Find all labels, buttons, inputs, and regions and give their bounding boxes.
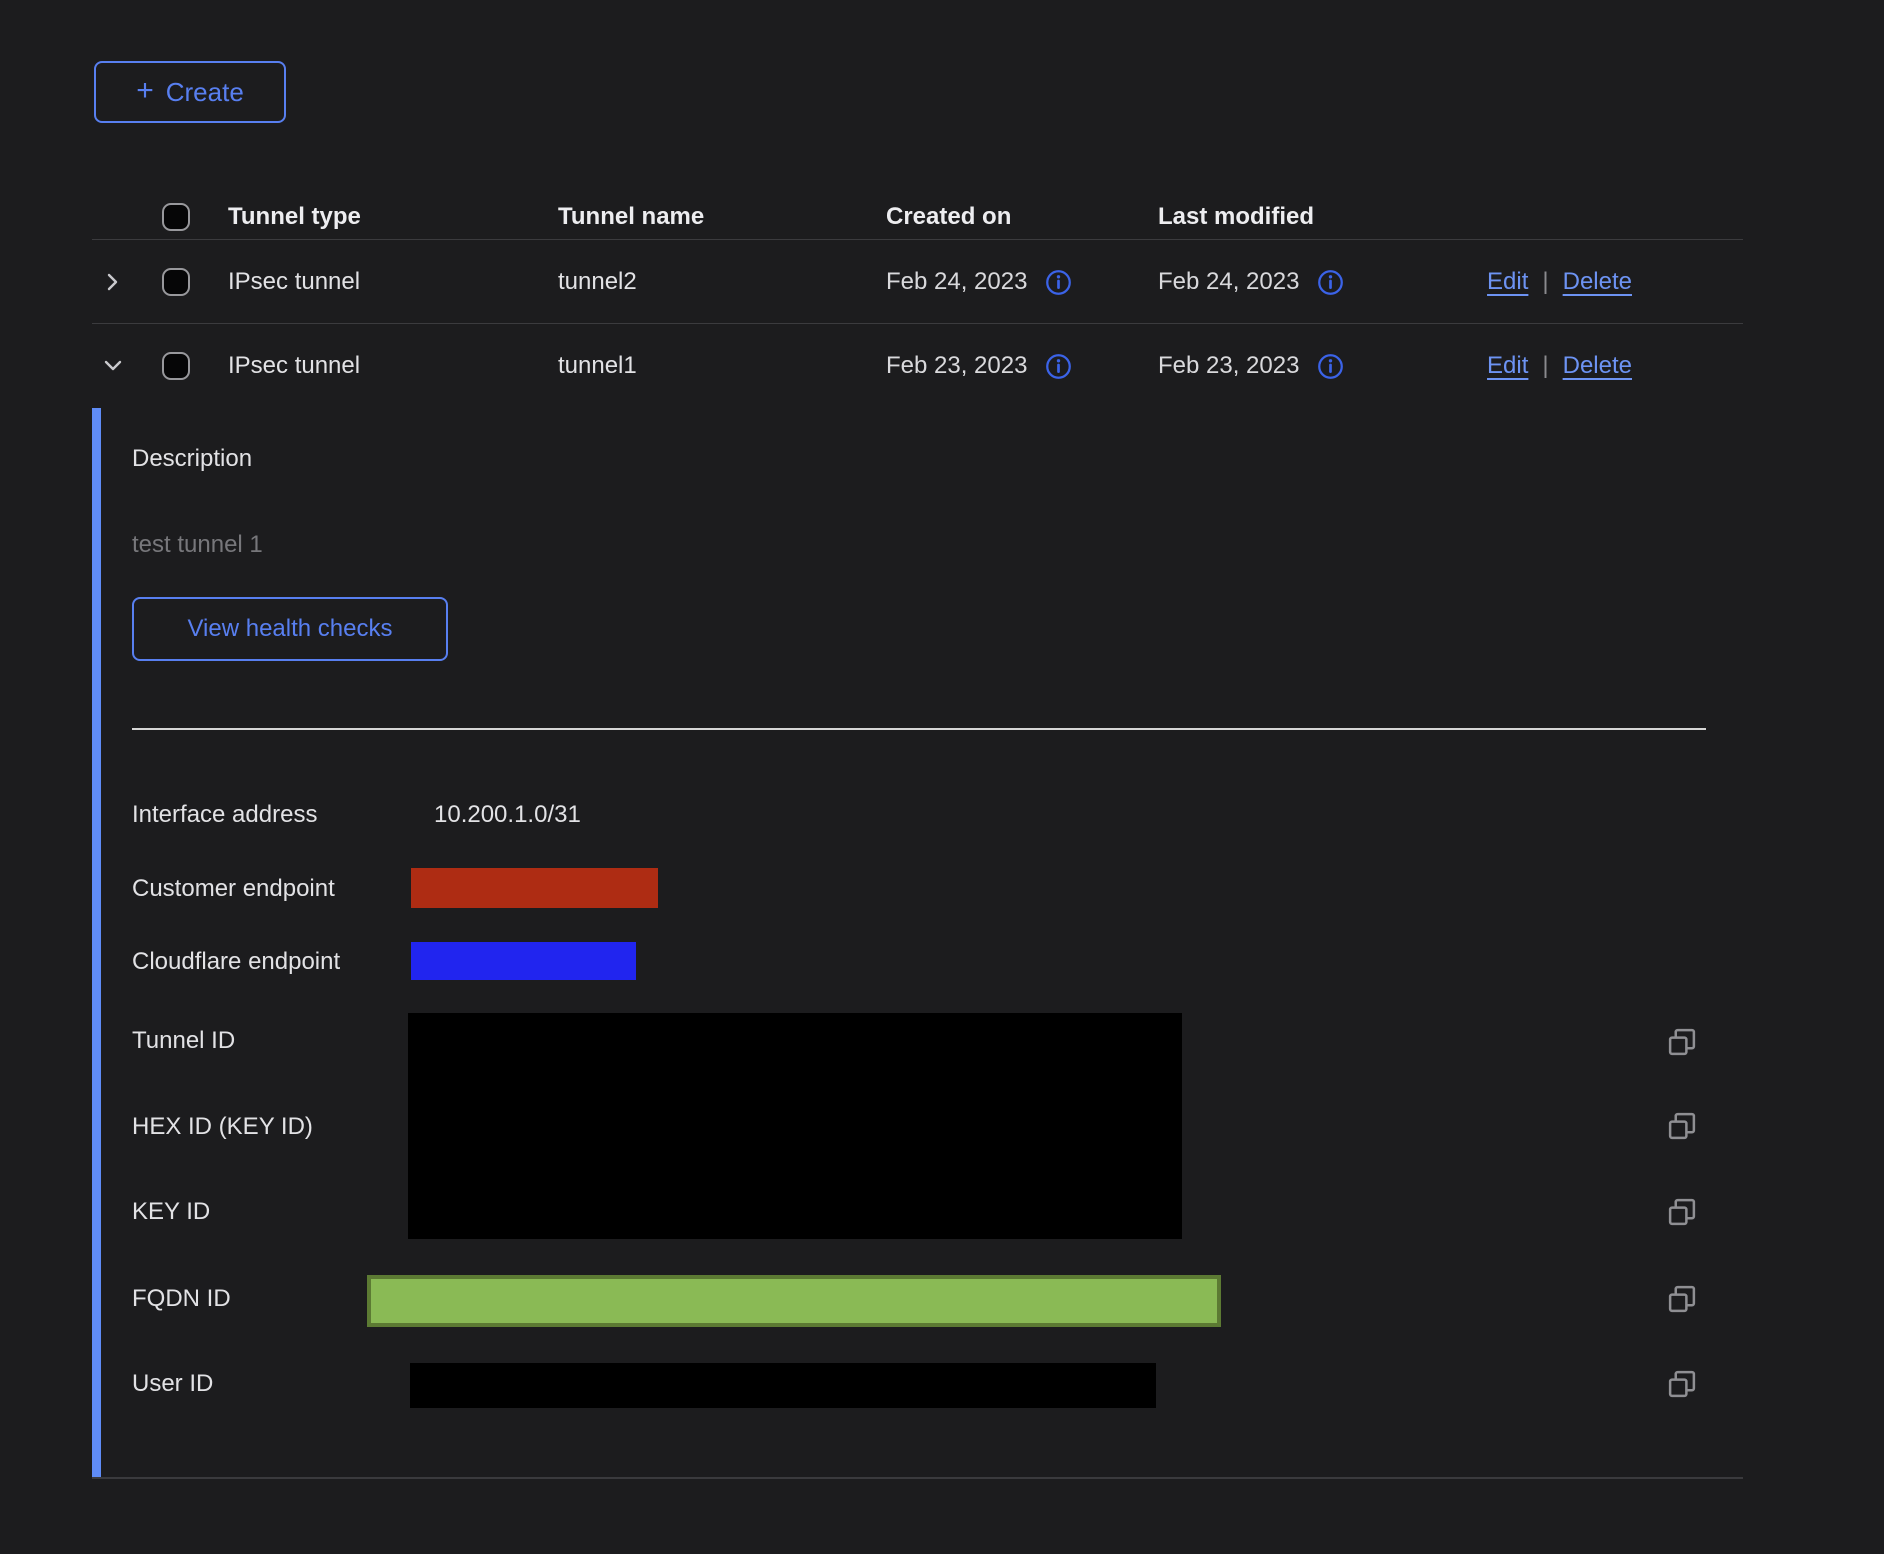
cloudflare-endpoint-redacted-value [411, 942, 636, 980]
table-row-tunnel2: IPsec tunnel tunnel2 Feb 24, 2023 Feb 24… [92, 240, 1743, 324]
last-modified-cell: Feb 23, 2023 [1158, 324, 1344, 408]
view-health-checks-button[interactable]: View health checks [132, 597, 448, 661]
fqdn-id-label: FQDN ID [132, 1284, 231, 1314]
column-header-tunnel-name: Tunnel name [558, 193, 704, 240]
copy-icon [1667, 1284, 1697, 1314]
row-checkbox[interactable] [162, 268, 190, 296]
copy-icon [1667, 1197, 1697, 1227]
column-header-created-on: Created on [886, 193, 1011, 240]
column-header-last-modified: Last modified [1158, 193, 1314, 240]
copy-icon [1667, 1369, 1697, 1399]
last-modified-value: Feb 24, 2023 [1158, 268, 1299, 296]
cloudflare-endpoint-label: Cloudflare endpoint [132, 947, 340, 977]
tunnel-name-cell: tunnel2 [558, 240, 637, 324]
fqdn-id-redacted-value [367, 1275, 1221, 1327]
actions-separator: | [1542, 352, 1548, 380]
detail-section-divider [132, 728, 1706, 730]
expanded-row-bottom-divider [92, 1477, 1743, 1479]
created-on-cell: Feb 23, 2023 [886, 324, 1072, 408]
info-icon[interactable] [1045, 353, 1072, 380]
plus-icon: + [136, 76, 154, 106]
copy-user-id-button[interactable] [1666, 1368, 1698, 1400]
copy-hex-id-button[interactable] [1666, 1110, 1698, 1142]
last-modified-value: Feb 23, 2023 [1158, 352, 1299, 380]
edit-link[interactable]: Edit [1487, 268, 1528, 296]
ids-redacted-values [408, 1013, 1182, 1239]
expand-row-button[interactable] [96, 265, 130, 299]
select-all-checkbox[interactable] [162, 203, 190, 231]
chevron-down-icon [101, 354, 125, 378]
column-header-tunnel-type: Tunnel type [228, 193, 361, 240]
description-label: Description [132, 444, 252, 474]
created-on-value: Feb 24, 2023 [886, 268, 1027, 296]
description-value: test tunnel 1 [132, 530, 263, 560]
interface-address-value: 10.200.1.0/31 [434, 800, 581, 830]
copy-tunnel-id-button[interactable] [1666, 1026, 1698, 1058]
info-icon[interactable] [1317, 353, 1344, 380]
actions-separator: | [1542, 268, 1548, 296]
row-checkbox[interactable] [162, 352, 190, 380]
tunnel-type-cell: IPsec tunnel [228, 240, 360, 324]
collapse-row-button[interactable] [96, 349, 130, 383]
info-icon[interactable] [1045, 269, 1072, 296]
copy-key-id-button[interactable] [1666, 1196, 1698, 1228]
table-row-tunnel1: IPsec tunnel tunnel1 Feb 23, 2023 Feb 23… [92, 324, 1743, 408]
tunnel-type-cell: IPsec tunnel [228, 324, 360, 408]
delete-link[interactable]: Delete [1563, 268, 1632, 296]
user-id-redacted-value [410, 1363, 1156, 1408]
edit-link[interactable]: Edit [1487, 352, 1528, 380]
row-actions: Edit | Delete [1487, 324, 1804, 408]
create-button[interactable]: + Create [94, 61, 286, 123]
interface-address-label: Interface address [132, 800, 317, 830]
expanded-row-indicator-bar [92, 408, 101, 1478]
tunnel-id-label: Tunnel ID [132, 1026, 235, 1056]
row-actions: Edit | Delete [1487, 240, 1804, 324]
key-id-label: KEY ID [132, 1197, 210, 1227]
created-on-value: Feb 23, 2023 [886, 352, 1027, 380]
last-modified-cell: Feb 24, 2023 [1158, 240, 1344, 324]
create-button-label: Create [166, 77, 244, 108]
select-all-cell [162, 193, 190, 240]
chevron-right-icon [101, 270, 125, 294]
copy-icon [1667, 1111, 1697, 1141]
customer-endpoint-label: Customer endpoint [132, 874, 335, 904]
customer-endpoint-redacted-value [411, 868, 658, 908]
ipsec-tunnels-page: + Create Tunnel type Tunnel name Created… [0, 0, 1884, 1554]
copy-icon [1667, 1027, 1697, 1057]
tunnel-name-cell: tunnel1 [558, 324, 637, 408]
created-on-cell: Feb 24, 2023 [886, 240, 1072, 324]
user-id-label: User ID [132, 1369, 213, 1399]
hex-id-label: HEX ID (KEY ID) [132, 1112, 313, 1142]
copy-fqdn-id-button[interactable] [1666, 1283, 1698, 1315]
info-icon[interactable] [1317, 269, 1344, 296]
delete-link[interactable]: Delete [1563, 352, 1632, 380]
table-header-row: Tunnel type Tunnel name Created on Last … [92, 193, 1743, 240]
